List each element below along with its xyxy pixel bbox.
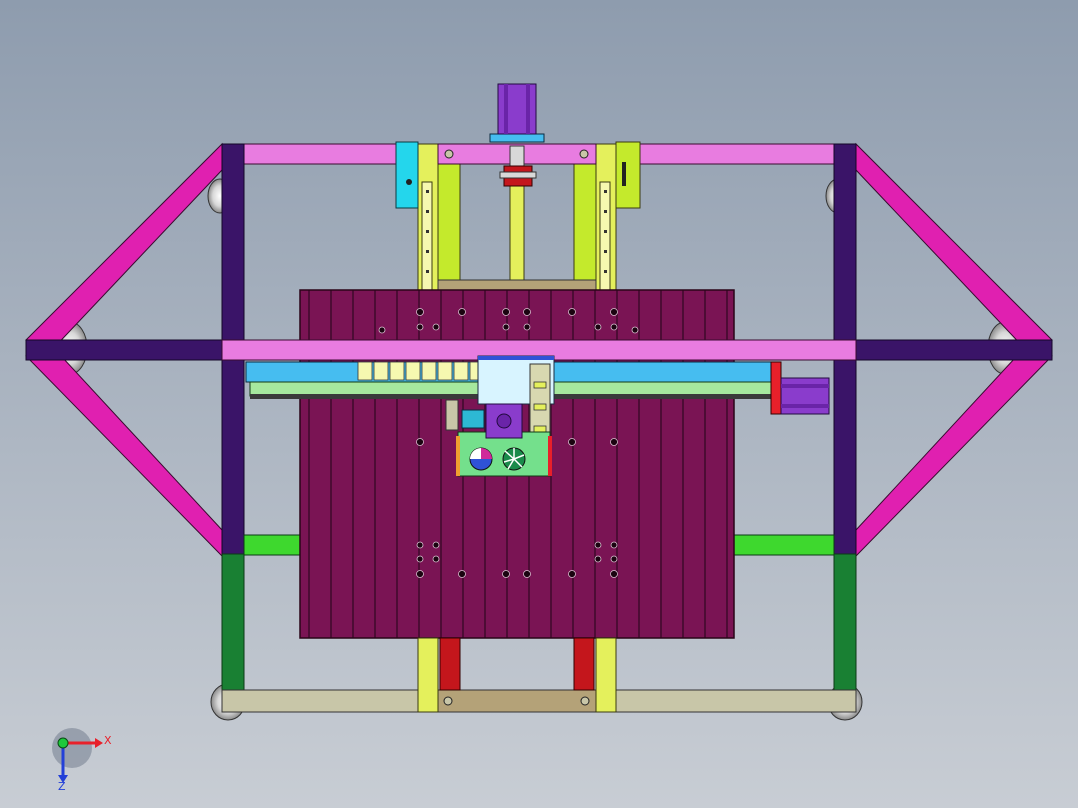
x-motor-flange [770, 361, 782, 415]
fan-right-icon [502, 447, 526, 471]
top-motor-mount [489, 133, 545, 143]
coupler [509, 145, 525, 167]
cad-viewport[interactable]: X Z [0, 0, 1078, 808]
post-right-lower [833, 553, 857, 695]
lime-bracket [615, 141, 641, 209]
bottom-center-block [437, 689, 597, 713]
triad-z-label: Z [58, 780, 66, 793]
red-leg-left [439, 637, 461, 691]
triad-x-label: X [104, 734, 112, 747]
top-stepper-motor-icon [497, 83, 537, 135]
fan-left-icon [469, 447, 493, 471]
post-left-lower [221, 553, 245, 695]
cross-beam-left [25, 339, 223, 361]
y-axis-origin-icon [57, 737, 69, 749]
x-stepper-motor-icon [780, 377, 830, 415]
red-leg-right [573, 637, 595, 691]
green-bar-left [243, 534, 305, 556]
cyan-bracket [395, 141, 419, 209]
green-bar-right [731, 534, 835, 556]
cross-beam-right [855, 339, 1053, 361]
